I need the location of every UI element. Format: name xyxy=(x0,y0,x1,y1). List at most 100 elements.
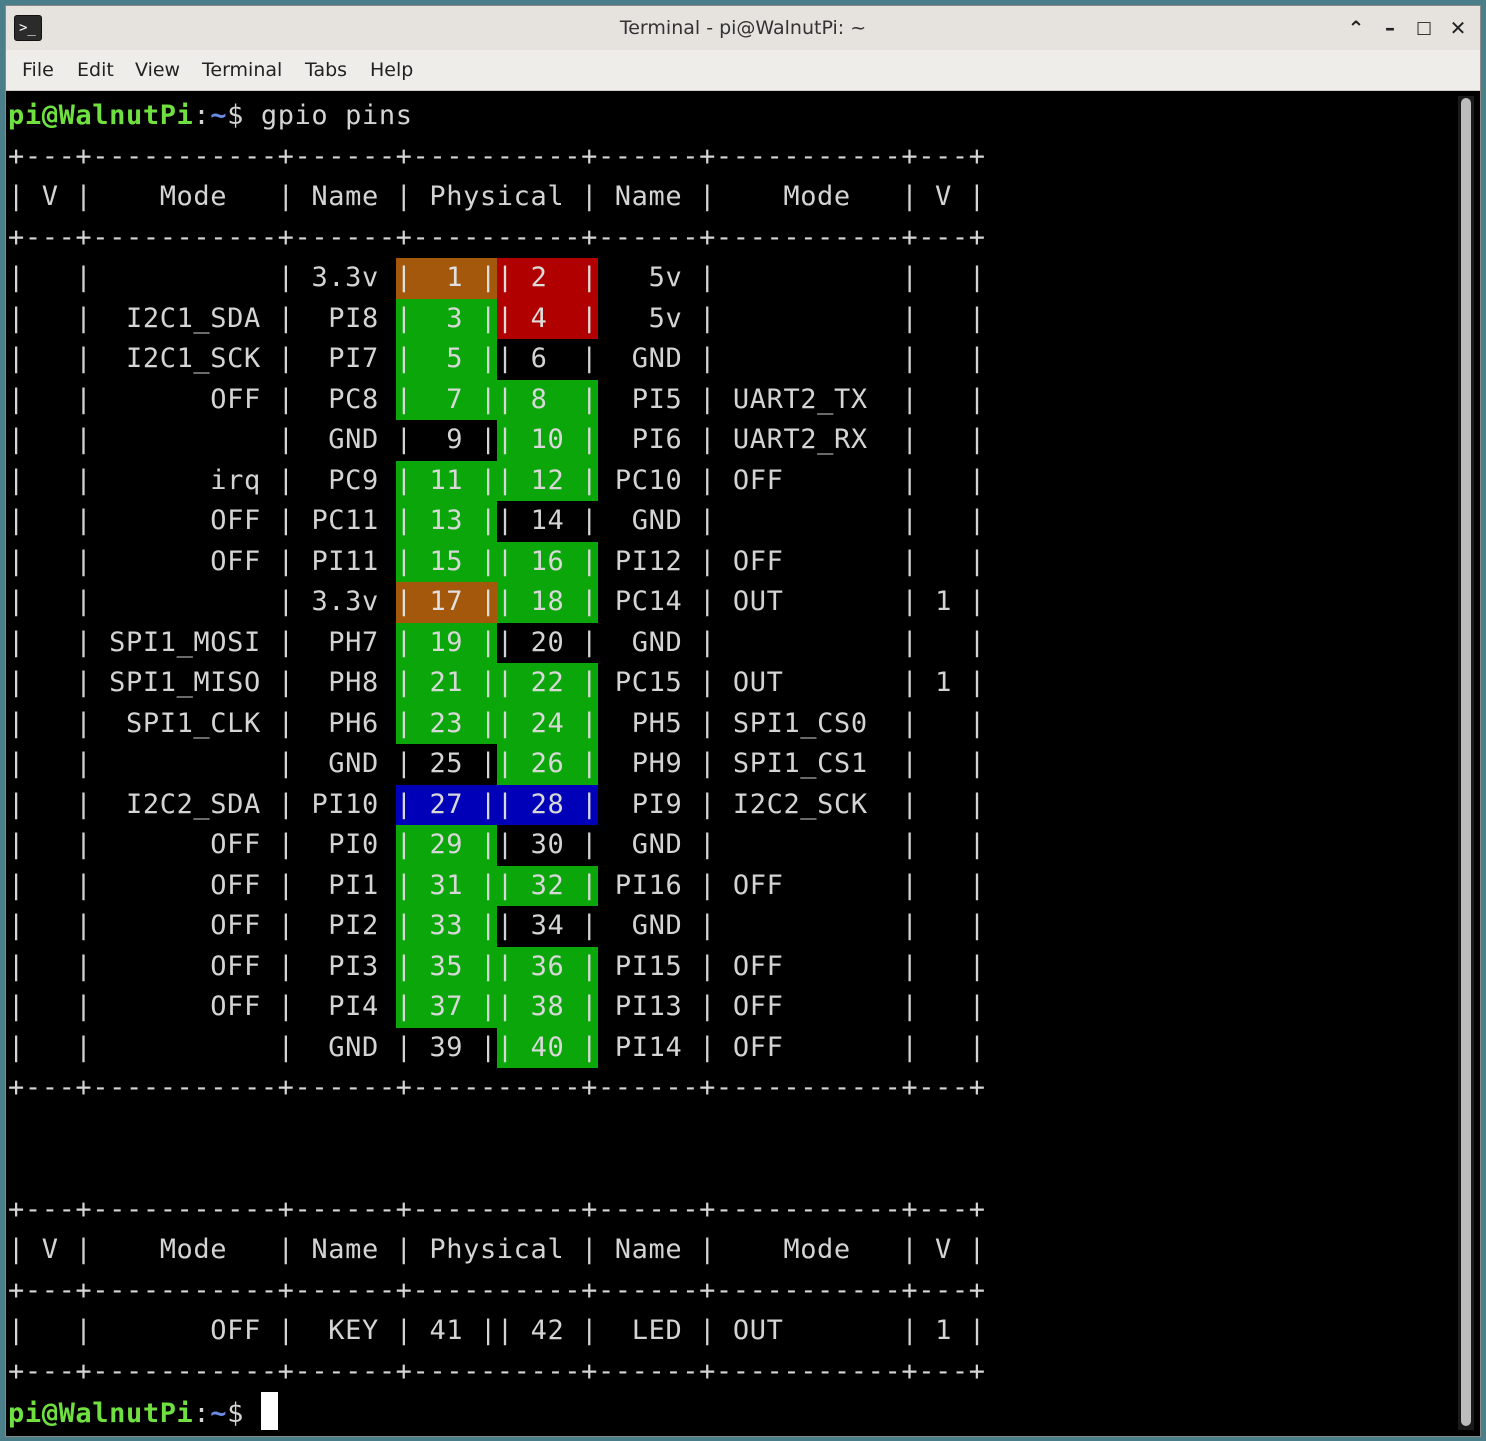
mode2-cell: SPI1_CS0 xyxy=(732,707,885,739)
prompt-separator: : xyxy=(193,1398,211,1429)
physical-pin-left: | 15 | xyxy=(395,541,497,582)
name2-cell: PH9 xyxy=(614,748,683,779)
terminal-output-area[interactable]: pi@WalnutPi:~$ gpio pins +---+-----------… xyxy=(6,91,1480,1436)
table-row: | | OFF | PC8 | 7 || 8 | PI5 | UART2_TX … xyxy=(8,379,986,420)
table-text: | xyxy=(260,262,312,293)
pin-number: 42 xyxy=(530,1315,565,1346)
table-text: | xyxy=(260,991,312,1022)
shade-icon[interactable]: ⌃ xyxy=(1342,14,1370,42)
table-text: | xyxy=(58,586,110,617)
physical-pin-left: | 39 | xyxy=(396,1028,497,1069)
mode2-cell: OUT xyxy=(732,667,885,698)
mode2-cell: OUT xyxy=(732,586,885,617)
menu-tabs[interactable]: Tabs xyxy=(305,50,347,90)
v2-cell: 1 xyxy=(935,586,953,617)
physical-pin-right: | 34 | xyxy=(497,906,598,947)
table-text: | xyxy=(395,1315,430,1346)
pin-number: 38 xyxy=(530,991,565,1022)
table-text: | xyxy=(260,626,312,658)
table-text: | xyxy=(682,424,733,455)
terminal-cursor xyxy=(260,1392,278,1430)
physical-pin-left: | 35 | xyxy=(395,946,497,987)
table-row: | | SPI1_CLK | PH6 | 23 || 24 | PH5 | SP… xyxy=(8,703,986,744)
minimize-icon[interactable]: – xyxy=(1376,14,1404,42)
table-text xyxy=(379,384,396,415)
table-text: | xyxy=(682,586,733,617)
menu-terminal[interactable]: Terminal xyxy=(202,50,282,90)
table-text: | xyxy=(952,262,986,293)
v1-cell xyxy=(42,424,59,455)
physical-pin-left: | 19 | xyxy=(395,622,497,663)
table-text: | xyxy=(260,464,312,496)
v2-cell xyxy=(935,505,952,536)
physical-pin-right: | 24 | xyxy=(496,703,599,744)
table-text: | xyxy=(463,383,497,415)
table-header: | V | Mode | Name | Physical | Name | Mo… xyxy=(8,1230,986,1271)
table-text: | xyxy=(8,302,42,334)
table-text: | xyxy=(8,667,42,698)
v2-cell xyxy=(935,262,952,293)
name1-cell: 3.3v xyxy=(311,262,379,293)
table-text: | xyxy=(884,302,936,334)
table-text: | xyxy=(496,869,531,901)
table-text: | xyxy=(58,424,110,455)
pin-number: 4 xyxy=(530,302,565,334)
table-text: | xyxy=(395,910,430,941)
physical-pin-right: | 4 | xyxy=(496,298,599,339)
menu-view[interactable]: View xyxy=(135,50,180,90)
table-text: | xyxy=(260,383,312,415)
table-text: | xyxy=(564,343,599,374)
maximize-icon[interactable]: □ xyxy=(1410,14,1438,42)
name2-cell: PI5 xyxy=(614,383,683,415)
mode1-cell: OFF xyxy=(109,950,261,982)
pin-number: 5 xyxy=(429,343,464,374)
table-text: | xyxy=(564,829,599,860)
table-text: | xyxy=(463,586,497,617)
close-icon[interactable]: ✕ xyxy=(1444,14,1472,42)
table-text: | xyxy=(952,302,986,334)
v1-cell xyxy=(42,343,59,374)
physical-pin-left: | 7 | xyxy=(395,379,497,420)
v1-cell xyxy=(42,708,59,739)
table-text: | xyxy=(682,950,733,982)
pin-number: 31 xyxy=(429,869,464,901)
physical-pin-right: | 2 | xyxy=(496,258,599,299)
table-border: +---+-----------+------+----------+-----… xyxy=(8,1190,986,1231)
table-text xyxy=(379,748,396,779)
name1-cell: PH8 xyxy=(311,667,379,698)
table-text: | xyxy=(260,950,312,982)
physical-pin-right: | 10 | xyxy=(496,420,599,461)
scrollbar-thumb[interactable] xyxy=(1461,98,1471,1426)
menu-file[interactable]: File xyxy=(22,50,54,90)
mode2-cell: UART2_RX xyxy=(732,424,885,455)
menu-edit[interactable]: Edit xyxy=(77,50,114,90)
v1-cell xyxy=(42,384,59,415)
table-border: +---+-----------+------+----------+-----… xyxy=(8,218,986,259)
table-text: | xyxy=(682,667,733,698)
pin-number: 1 xyxy=(429,262,464,293)
table-text: | xyxy=(8,829,42,860)
table-text xyxy=(379,627,396,658)
scrollbar[interactable] xyxy=(1458,96,1474,1430)
table-text: | xyxy=(8,707,42,739)
menu-help[interactable]: Help xyxy=(370,50,413,90)
table-text: | xyxy=(952,748,986,779)
title-bar[interactable]: >_ Terminal - pi@WalnutPi: ~ ⌃ – □ ✕ xyxy=(6,6,1480,51)
physical-pin-left: | 13 | xyxy=(395,501,497,542)
table-border-text: +---+-----------+------+----------+-----… xyxy=(8,221,986,253)
name1-cell: GND xyxy=(311,1031,379,1063)
table-text: | xyxy=(58,626,110,658)
v1-cell xyxy=(42,1032,59,1063)
table-text: | xyxy=(884,505,936,536)
name2-cell: PC15 xyxy=(614,667,683,698)
table-text xyxy=(598,789,615,820)
table-text: | xyxy=(58,910,110,941)
v1-cell xyxy=(42,262,59,293)
mode2-cell xyxy=(733,627,885,658)
table-text: | xyxy=(564,748,599,779)
prompt-user: pi@WalnutPi xyxy=(8,100,194,131)
pin-number: 6 xyxy=(530,343,565,374)
mode1-cell: I2C1_SCK xyxy=(109,343,261,374)
name2-cell: PI9 xyxy=(614,788,683,820)
